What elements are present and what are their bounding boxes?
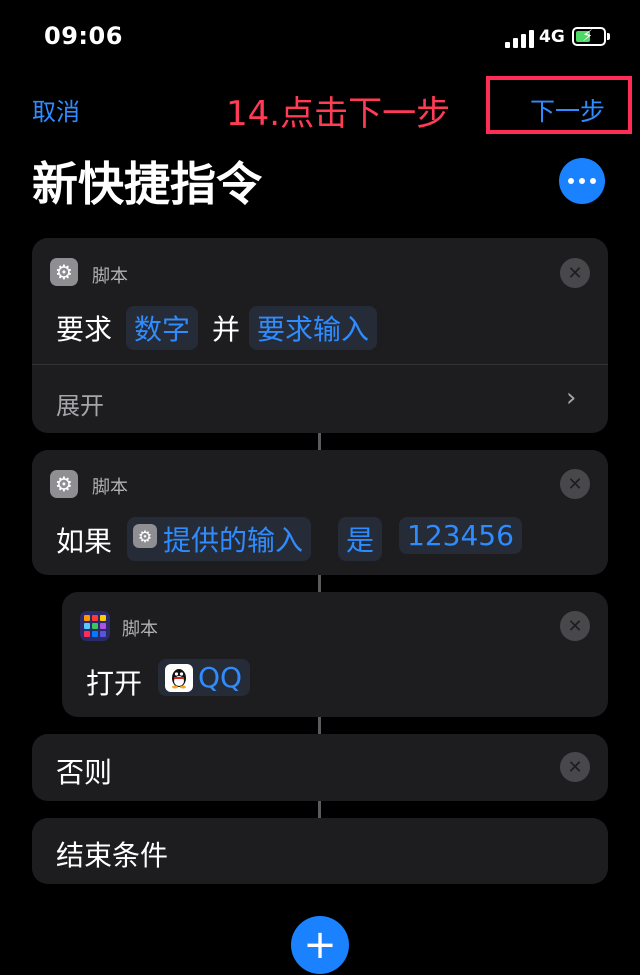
apps-icon bbox=[80, 611, 110, 641]
remove-action-button[interactable] bbox=[560, 752, 590, 782]
cancel-button[interactable]: 取消 bbox=[32, 92, 80, 127]
divider bbox=[32, 364, 608, 365]
add-action-button[interactable]: + bbox=[291, 916, 349, 974]
flow-connector bbox=[318, 801, 321, 818]
ellipsis-icon bbox=[568, 178, 574, 184]
battery-icon: ⚡ bbox=[572, 26, 606, 46]
action-text: 否则 bbox=[56, 756, 113, 789]
flow-connector bbox=[318, 575, 321, 592]
action-text: 如果 bbox=[56, 525, 113, 558]
action-conj: 并 bbox=[212, 313, 241, 346]
chevron-right-icon[interactable]: › bbox=[566, 383, 576, 413]
next-button[interactable]: 下一步 bbox=[530, 92, 605, 128]
network-type: 4G bbox=[539, 27, 565, 47]
flow-connector bbox=[318, 717, 321, 734]
qq-penguin-icon bbox=[165, 664, 193, 692]
expand-button[interactable]: 展开 bbox=[56, 386, 104, 421]
remove-action-button[interactable] bbox=[560, 258, 590, 288]
gear-icon: ⚙ bbox=[50, 258, 78, 286]
signal-icon bbox=[505, 30, 535, 48]
action-text: 结束条件 bbox=[56, 839, 169, 872]
plus-icon: + bbox=[303, 922, 337, 968]
tutorial-annotation: 14.点击下一步 bbox=[226, 94, 451, 134]
gear-icon: ⚙ bbox=[133, 524, 157, 548]
action-card-open-app[interactable] bbox=[62, 592, 608, 717]
action-card-if[interactable] bbox=[32, 450, 608, 575]
action-text: 要求 bbox=[56, 313, 113, 346]
param-token-type[interactable]: 数字 bbox=[126, 306, 199, 350]
remove-action-button[interactable] bbox=[560, 611, 590, 641]
more-button[interactable] bbox=[559, 158, 605, 204]
page-title: 新快捷指令 bbox=[32, 157, 262, 211]
ellipsis-dot bbox=[590, 178, 596, 184]
action-category: 脚本 bbox=[92, 477, 128, 498]
action-card-otherwise[interactable] bbox=[32, 734, 608, 801]
status-time: 09:06 bbox=[44, 22, 123, 50]
remove-action-button[interactable] bbox=[560, 469, 590, 499]
action-category: 脚本 bbox=[92, 266, 128, 287]
param-token-condition[interactable]: 是 bbox=[338, 517, 383, 561]
action-category: 脚本 bbox=[122, 619, 158, 640]
gear-icon: ⚙ bbox=[50, 470, 78, 498]
param-token-prompt[interactable]: 要求输入 bbox=[249, 306, 378, 350]
flow-connector bbox=[318, 433, 321, 450]
ellipsis-dot bbox=[579, 178, 585, 184]
battery-cap bbox=[607, 33, 610, 40]
action-text: 打开 bbox=[86, 667, 143, 700]
param-token-value[interactable]: 123456 bbox=[399, 517, 522, 554]
